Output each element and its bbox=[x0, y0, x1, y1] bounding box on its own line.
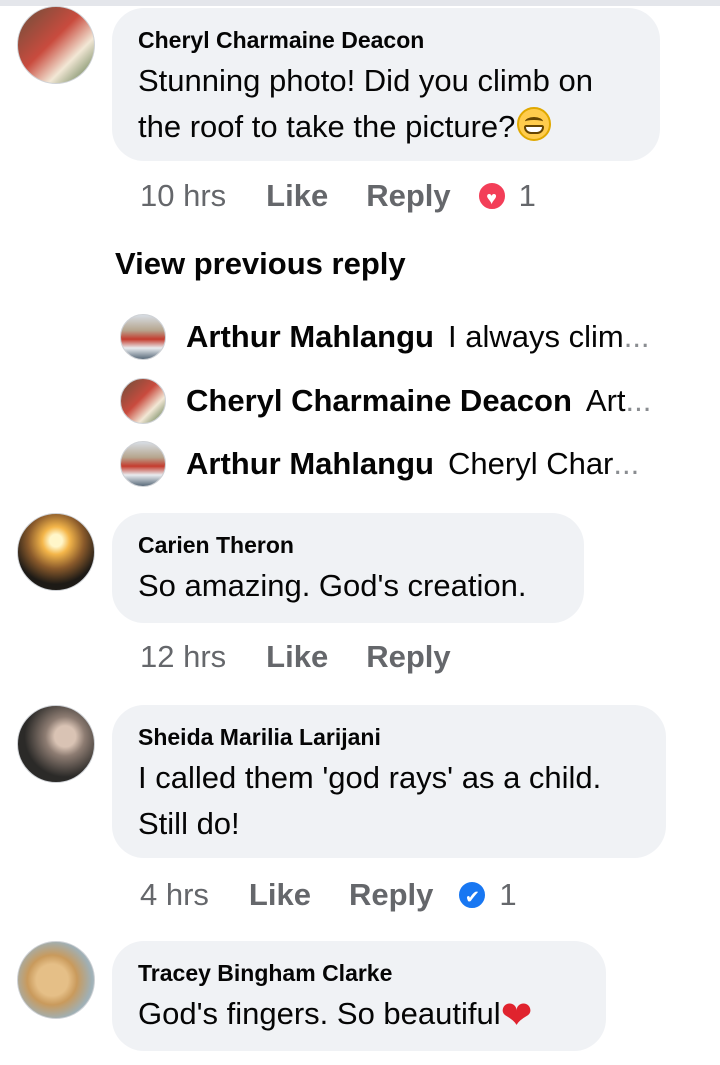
reaction-count[interactable]: 1 bbox=[499, 877, 516, 913]
like-reaction-icon[interactable]: ✔ bbox=[457, 880, 488, 910]
like-button[interactable]: Like bbox=[266, 178, 328, 214]
reply-preview-text: I always clim bbox=[448, 319, 624, 354]
comment-timestamp[interactable]: 4 hrs bbox=[140, 877, 209, 913]
comment-author[interactable]: Tracey Bingham Clarke bbox=[138, 959, 580, 987]
comment-actions: 4 hrs Like Reply ✔ 1 bbox=[140, 875, 517, 915]
comment-bubble: Tracey Bingham Clarke God's fingers. So … bbox=[112, 941, 606, 1051]
reply-button[interactable]: Reply bbox=[366, 639, 450, 675]
comment-text-line: God's fingers. So beautiful bbox=[138, 996, 501, 1031]
comment-timestamp[interactable]: 10 hrs bbox=[140, 178, 226, 214]
reply-author[interactable]: Arthur Mahlangu bbox=[186, 446, 434, 482]
avatar[interactable] bbox=[120, 441, 166, 487]
comment-bubble: Carien Theron So amazing. God's creation… bbox=[112, 513, 584, 623]
comment-author[interactable]: Cheryl Charmaine Deacon bbox=[138, 26, 634, 54]
comment-actions: 12 hrs Like Reply bbox=[140, 637, 451, 677]
reply-preview-text: Art bbox=[585, 383, 626, 418]
comment-timestamp[interactable]: 12 hrs bbox=[140, 639, 226, 675]
comment-text: God's fingers. So beautiful❤ bbox=[138, 991, 580, 1037]
red-heart-emoji-icon: ❤ bbox=[500, 995, 533, 1037]
reply-preview-row[interactable]: Arthur Mahlangu Cheryl Char... bbox=[120, 440, 700, 488]
avatar[interactable] bbox=[17, 513, 95, 591]
comment-author[interactable]: Sheida Marilia Larijani bbox=[138, 723, 640, 751]
reply-preview-row[interactable]: Arthur Mahlangu I always clim... bbox=[120, 313, 700, 361]
comment-bubble: Cheryl Charmaine Deacon Stunning photo! … bbox=[112, 8, 660, 161]
ellipsis: ... bbox=[613, 446, 640, 481]
reaction-count[interactable]: 1 bbox=[519, 178, 536, 214]
avatar[interactable] bbox=[17, 941, 95, 1019]
reply-preview-text: Cheryl Char bbox=[448, 446, 614, 481]
comment-text-line: the roof to take the picture? bbox=[138, 109, 516, 144]
comment-text: I called them 'god rays' as a child. Sti… bbox=[138, 755, 640, 847]
comment-text: Stunning photo! Did you climb on the roo… bbox=[138, 58, 634, 150]
grinning-face-emoji-icon bbox=[517, 107, 552, 141]
view-previous-reply-link[interactable]: View previous reply bbox=[115, 246, 406, 282]
comment-text: So amazing. God's creation. bbox=[138, 568, 527, 603]
reply-author[interactable]: Arthur Mahlangu bbox=[186, 319, 434, 355]
comment-bubble: Sheida Marilia Larijani I called them 'g… bbox=[112, 705, 666, 858]
like-button[interactable]: Like bbox=[249, 877, 311, 913]
ellipsis: ... bbox=[623, 319, 650, 354]
ellipsis: ... bbox=[625, 383, 652, 418]
comment-text-line: Still do! bbox=[138, 806, 240, 841]
reply-preview-row[interactable]: Cheryl Charmaine Deacon Art... bbox=[120, 377, 700, 425]
avatar[interactable] bbox=[120, 314, 166, 360]
reply-author[interactable]: Cheryl Charmaine Deacon bbox=[186, 383, 572, 419]
reply-button[interactable]: Reply bbox=[366, 178, 450, 214]
reply-button[interactable]: Reply bbox=[349, 877, 433, 913]
top-divider bbox=[0, 0, 720, 6]
avatar[interactable] bbox=[120, 378, 166, 424]
comment-text-line: I called them 'god rays' as a child. bbox=[138, 760, 602, 795]
comment-actions: 10 hrs Like Reply ♥ 1 bbox=[140, 176, 536, 216]
avatar[interactable] bbox=[17, 6, 95, 84]
comment-author[interactable]: Carien Theron bbox=[138, 531, 558, 559]
love-reaction-icon[interactable]: ♥ bbox=[476, 181, 507, 211]
avatar[interactable] bbox=[17, 705, 95, 783]
like-button[interactable]: Like bbox=[266, 639, 328, 675]
comment-text-line: Stunning photo! Did you climb on bbox=[138, 63, 593, 98]
